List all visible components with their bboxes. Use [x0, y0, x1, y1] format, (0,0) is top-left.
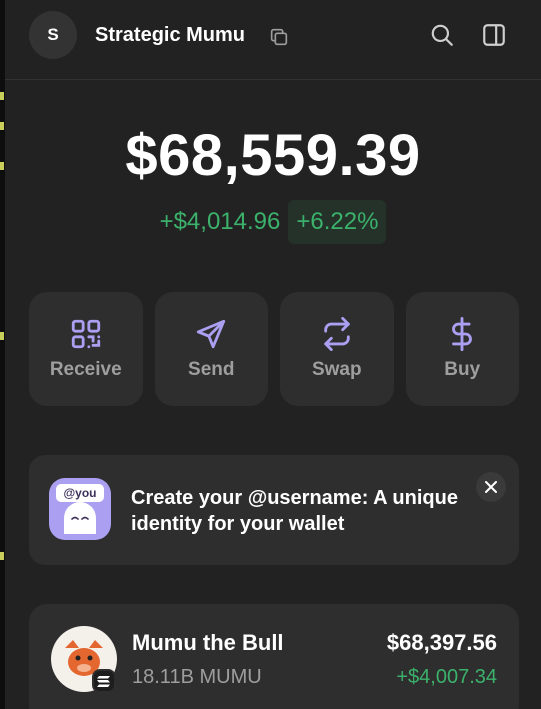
token-name: Mumu the Bull [132, 630, 284, 655]
receive-button[interactable]: Receive [29, 292, 143, 406]
account-name[interactable]: Strategic Mumu [95, 24, 245, 47]
copy-icon[interactable] [268, 26, 290, 48]
receive-label: Receive [49, 359, 122, 380]
buy-button[interactable]: Buy [405, 292, 519, 406]
account-avatar[interactable]: S [29, 11, 77, 59]
sidebar-toggle-icon[interactable] [481, 22, 507, 48]
token-row[interactable]: Mumu the Bull 18.11B MUMU $68,397.56 +$4… [29, 604, 519, 709]
action-buttons: Receive Send Swap Buy [29, 292, 519, 406]
mumu-token-logo [51, 626, 117, 692]
username-promo-card[interactable]: @you Create your @username: A unique ide… [29, 455, 519, 565]
token-value: $68,397.56 [386, 630, 497, 655]
header: S Strategic Mumu [5, 0, 541, 80]
balance-change-amount: +$4,014.96 [159, 208, 281, 235]
promo-text: Create your @username: A unique identity… [131, 487, 458, 535]
swap-icon [324, 317, 350, 351]
dollar-icon [452, 317, 473, 351]
search-icon[interactable] [429, 22, 455, 48]
balance-change-percent: +6.22% [288, 200, 387, 244]
balance-change-row: +$4,014.96 +6.22% [5, 200, 541, 244]
buy-label: Buy [444, 359, 481, 380]
swap-button[interactable]: Swap [280, 292, 394, 406]
close-promo-button[interactable] [476, 472, 506, 502]
username-badge-icon: @you [49, 478, 111, 540]
swap-label: Swap [311, 359, 362, 380]
send-button[interactable]: Send [154, 292, 268, 406]
token-change: +$4,007.34 [396, 666, 497, 688]
send-label: Send [188, 359, 235, 380]
total-balance: $68,559.39 [125, 123, 421, 188]
wallet-panel: S Strategic Mumu $68,559.39 +$4,014.96 +… [5, 0, 541, 709]
qr-code-icon [71, 319, 100, 349]
badge-text: @you [63, 486, 96, 500]
send-icon [197, 319, 226, 349]
close-icon [485, 481, 497, 493]
token-amount: 18.11B MUMU [132, 666, 262, 688]
